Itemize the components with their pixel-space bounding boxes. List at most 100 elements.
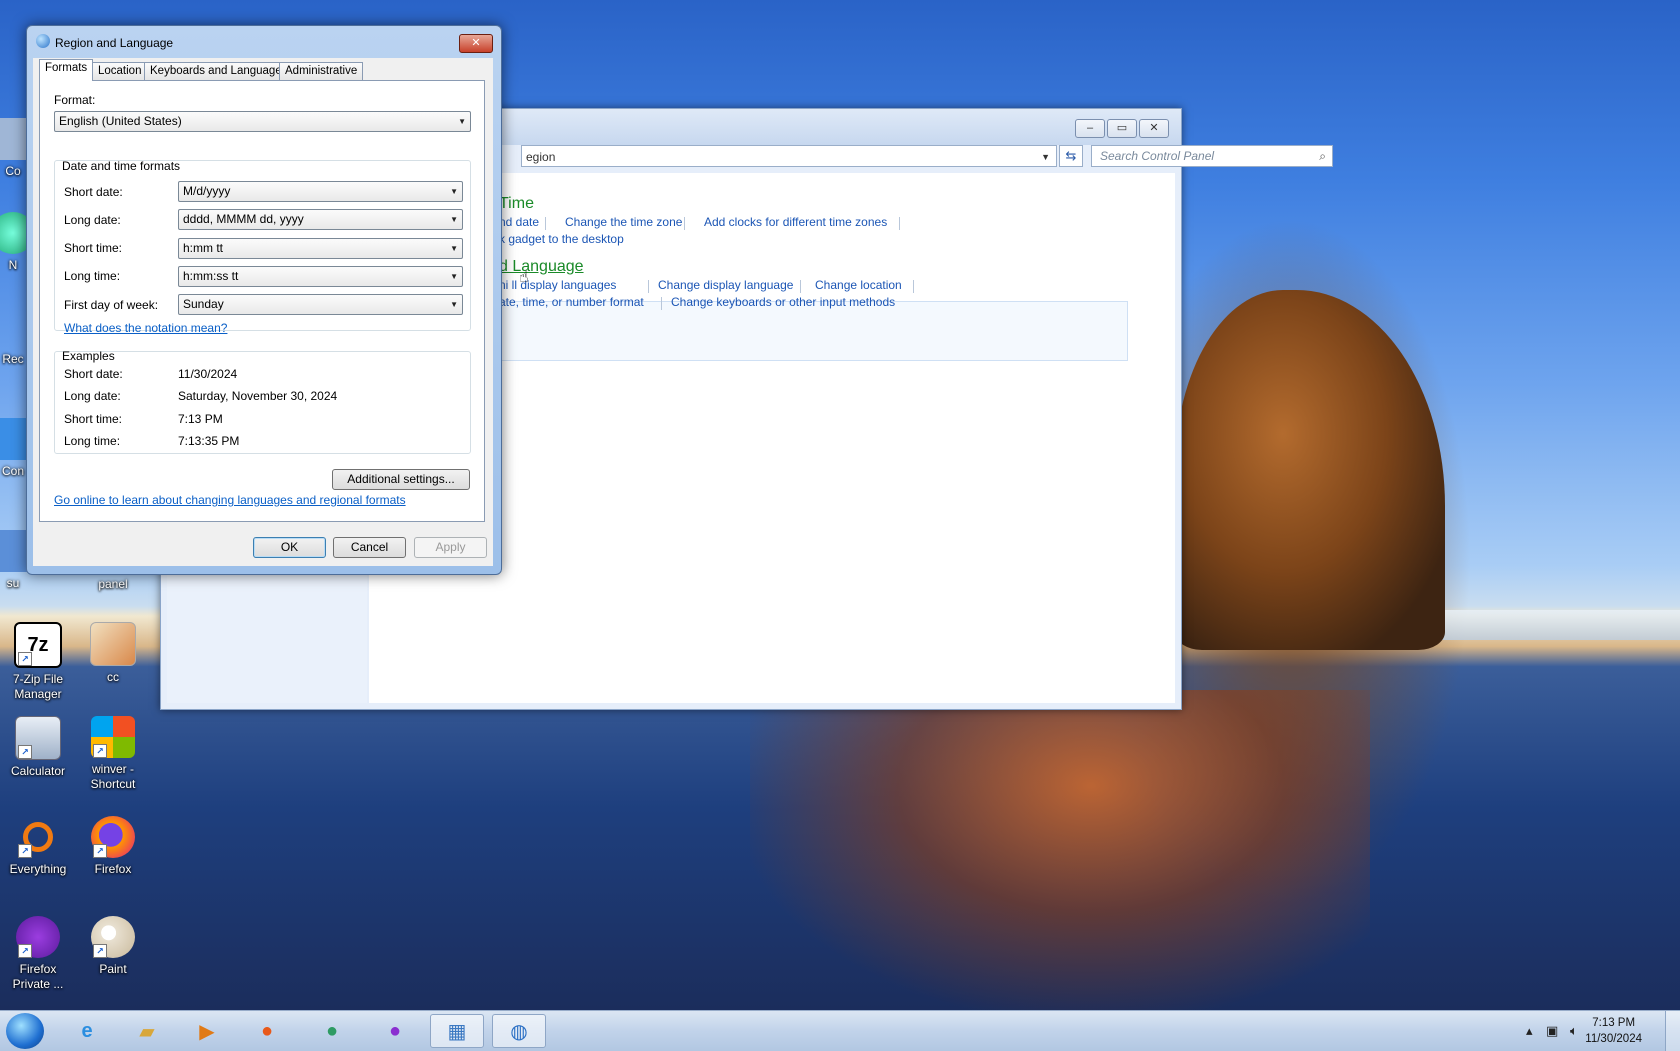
example-short-date-label: Short date: bbox=[64, 367, 123, 381]
start-button[interactable] bbox=[6, 1013, 44, 1049]
close-button[interactable]: ✕ bbox=[459, 34, 493, 53]
short-date-label: Short date: bbox=[64, 185, 123, 199]
taskbar-app-green[interactable]: ● bbox=[305, 1014, 359, 1048]
search-icon[interactable]: ⌕ bbox=[1319, 146, 1326, 166]
chevron-down-icon: ▼ bbox=[450, 187, 458, 196]
apply-button[interactable]: Apply bbox=[414, 537, 487, 558]
desktop-icon-cc[interactable]: cc bbox=[76, 622, 150, 685]
close-button[interactable]: ✕ bbox=[1139, 119, 1169, 138]
long-date-select[interactable]: dddd, MMMM dd, yyyy ▼ bbox=[178, 209, 463, 230]
cancel-button[interactable]: Cancel bbox=[333, 537, 406, 558]
additional-settings-button[interactable]: Additional settings... bbox=[332, 469, 470, 490]
change-date-number-format-link[interactable]: ate, time, or number format bbox=[499, 295, 644, 309]
ok-button[interactable]: OK bbox=[253, 537, 326, 558]
desktop-icon-firefox-private[interactable]: ↗ Firefox Private ... bbox=[1, 916, 75, 992]
date-time-formats-group-label: Date and time formats bbox=[62, 159, 181, 173]
desktop-icon-everything[interactable]: ↗ Everything bbox=[1, 816, 75, 877]
change-display-language-link[interactable]: Change display language bbox=[658, 278, 793, 292]
link-separator bbox=[545, 217, 546, 230]
taskbar-region-language[interactable]: ◍ bbox=[492, 1014, 546, 1048]
taskbar-control-panel[interactable]: ▦ bbox=[430, 1014, 484, 1048]
examples-group-label: Examples bbox=[62, 349, 115, 363]
long-time-select[interactable]: h:mm:ss tt ▼ bbox=[178, 266, 463, 287]
shortcut-arrow-icon: ↗ bbox=[93, 944, 107, 958]
tab-location[interactable]: Location bbox=[92, 62, 148, 80]
desktop-icon-firefox[interactable]: ↗ Firefox bbox=[76, 816, 150, 877]
clock[interactable]: 7:13 PM 11/30/2024 bbox=[1585, 1015, 1642, 1047]
short-date-select[interactable]: M/d/yyyy ▼ bbox=[178, 181, 463, 202]
short-time-label: Short time: bbox=[64, 241, 123, 255]
firefox-icon: ↗ bbox=[91, 816, 135, 858]
long-date-value: dddd, MMMM dd, yyyy bbox=[183, 212, 304, 226]
desktop-icon-7zip[interactable]: 7z ↗ 7-Zip File Manager bbox=[1, 622, 75, 702]
example-long-date-value: Saturday, November 30, 2024 bbox=[178, 389, 338, 403]
notation-help-link[interactable]: What does the notation mean? bbox=[64, 321, 227, 335]
region-language-heading-link[interactable]: d Language bbox=[499, 258, 584, 276]
example-long-date-label: Long date: bbox=[64, 389, 121, 403]
install-display-languages-link[interactable]: ni ll display languages bbox=[499, 278, 616, 292]
format-select[interactable]: English (United States) ▼ bbox=[54, 111, 471, 132]
change-location-link[interactable]: Change location bbox=[815, 278, 902, 292]
taskbar: e ▰ ▶ ● ● ● ▦ ◍ ▴ ▣ 🔈︎ 7:13 PM 11/30/202… bbox=[0, 1010, 1680, 1051]
internet-explorer-icon: e bbox=[81, 1019, 93, 1042]
example-short-date-value: 11/30/2024 bbox=[178, 367, 238, 381]
clock-date: 11/30/2024 bbox=[1585, 1033, 1642, 1045]
add-gadget-link[interactable]: k gadget to the desktop bbox=[499, 232, 624, 246]
region-language-dialog: Region and Language ✕ Formats Location K… bbox=[26, 25, 502, 575]
first-day-of-week-value: Sunday bbox=[183, 297, 224, 311]
shortcut-arrow-icon: ↗ bbox=[18, 652, 32, 666]
taskbar-media-player[interactable]: ▶ bbox=[180, 1014, 234, 1048]
search-input[interactable]: Search Control Panel ⌕ bbox=[1091, 145, 1333, 167]
shortcut-arrow-icon: ↗ bbox=[18, 745, 32, 759]
taskbar-firefox[interactable]: ● bbox=[240, 1014, 294, 1048]
desktop-icon-panel[interactable]: panel bbox=[76, 577, 150, 592]
taskbar-firefox-private[interactable]: ● bbox=[368, 1014, 422, 1048]
calculator-icon: ↗ bbox=[15, 716, 61, 760]
chevron-down-icon: ▼ bbox=[450, 300, 458, 309]
firefox-private-icon: ● bbox=[388, 1019, 402, 1042]
long-date-label: Long date: bbox=[64, 213, 121, 227]
add-clocks-link[interactable]: Add clocks for different time zones bbox=[704, 215, 887, 229]
desktop-icon-label: Paint bbox=[99, 962, 127, 976]
online-help-link[interactable]: Go online to learn about changing langua… bbox=[54, 493, 406, 507]
volume-icon[interactable]: 🔈︎ bbox=[1570, 1023, 1578, 1039]
change-keyboards-link[interactable]: Change keyboards or other input methods bbox=[671, 295, 895, 309]
link-separator bbox=[899, 217, 900, 230]
desktop-icon-label: panel bbox=[98, 577, 128, 591]
paint-palette-icon: ↗ bbox=[91, 916, 135, 958]
short-time-select[interactable]: h:mm tt ▼ bbox=[178, 238, 463, 259]
network-icon[interactable]: ▣ bbox=[1546, 1023, 1558, 1039]
chevron-down-icon: ▼ bbox=[450, 272, 458, 281]
desktop-icon-paint[interactable]: ↗ Paint bbox=[76, 916, 150, 977]
clock-heading-link[interactable]: Time bbox=[499, 195, 534, 213]
search-placeholder: Search Control Panel bbox=[1100, 149, 1215, 163]
chevron-down-icon[interactable]: ▼ bbox=[1041, 146, 1050, 168]
link-separator bbox=[648, 280, 649, 293]
desktop-icon-winver[interactable]: ↗ winver - Shortcut bbox=[76, 716, 150, 792]
maximize-button[interactable]: ▭ bbox=[1107, 119, 1137, 138]
address-bar[interactable]: egion ▼ bbox=[521, 145, 1057, 167]
show-desktop-button[interactable] bbox=[1665, 1011, 1680, 1051]
tab-keyboards-languages[interactable]: Keyboards and Languages bbox=[144, 62, 294, 80]
media-player-icon: ▶ bbox=[199, 1020, 215, 1043]
first-day-of-week-select[interactable]: Sunday ▼ bbox=[178, 294, 463, 315]
desktop-icon-label: Firefox bbox=[94, 862, 132, 876]
show-hidden-icons-button[interactable]: ▴ bbox=[1526, 1023, 1533, 1039]
refresh-button[interactable]: ⇆ bbox=[1059, 145, 1083, 167]
example-long-time-value: 7:13:35 PM bbox=[178, 434, 240, 448]
image-file-icon bbox=[90, 622, 136, 666]
rock-reflection bbox=[750, 690, 1370, 1010]
format-label: Format: bbox=[54, 93, 96, 107]
tab-formats[interactable]: Formats bbox=[39, 59, 94, 81]
taskbar-file-explorer[interactable]: ▰ bbox=[120, 1014, 174, 1048]
set-time-date-link[interactable]: nd date bbox=[499, 215, 539, 229]
green-app-icon: ● bbox=[325, 1019, 339, 1042]
desktop-icon-label: Firefox Private ... bbox=[12, 962, 64, 991]
minimize-button[interactable]: – bbox=[1075, 119, 1105, 138]
tab-administrative[interactable]: Administrative bbox=[279, 62, 364, 80]
desktop-icon-calculator[interactable]: ↗ Calculator bbox=[1, 716, 75, 779]
change-time-zone-link[interactable]: Change the time zone bbox=[565, 215, 682, 229]
windows-logo-icon: ↗ bbox=[91, 716, 135, 758]
globe-icon bbox=[36, 34, 50, 48]
taskbar-internet-explorer[interactable]: e bbox=[60, 1014, 114, 1048]
